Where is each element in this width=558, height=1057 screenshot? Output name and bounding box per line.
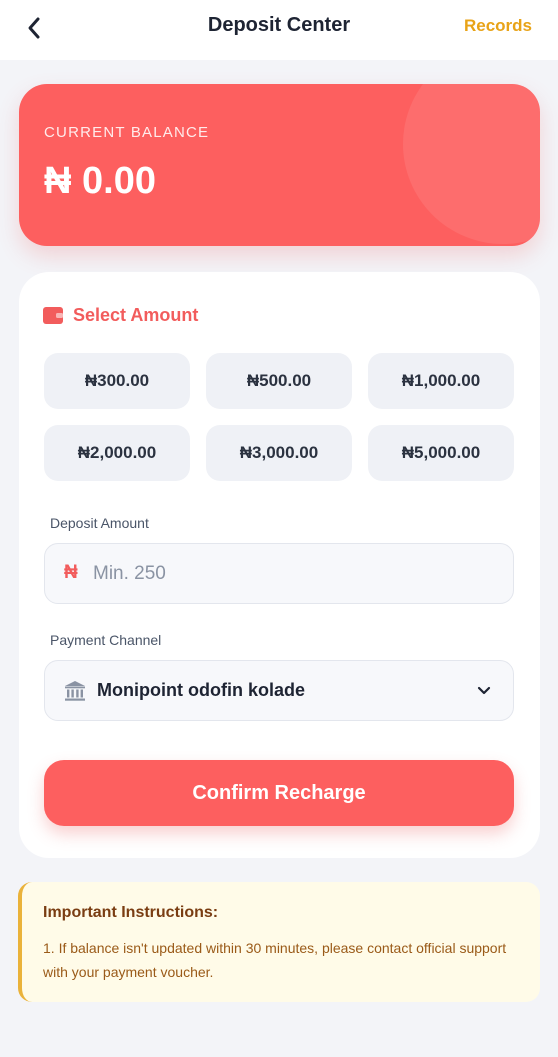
amount-option-500[interactable]: ₦500.00 <box>206 353 352 409</box>
chevron-down-icon <box>477 686 491 695</box>
records-link[interactable]: Records <box>464 16 532 36</box>
payment-channel-label: Payment Channel <box>50 632 162 648</box>
balance-card: CURRENT BALANCE ₦ 0.00 <box>19 84 540 246</box>
instructions-title: Important Instructions: <box>43 904 219 921</box>
naira-prefix-icon: ₦ <box>64 562 78 583</box>
deposit-amount-input[interactable] <box>93 544 493 603</box>
instructions-box: Important Instructions: 1. If balance is… <box>18 882 540 1002</box>
deposit-form-panel: Select Amount ₦300.00 ₦500.00 ₦1,000.00 … <box>19 272 540 858</box>
deposit-amount-field[interactable]: ₦ <box>44 543 514 604</box>
deposit-amount-label: Deposit Amount <box>50 515 149 531</box>
confirm-recharge-button[interactable]: Confirm Recharge <box>44 760 514 826</box>
top-bar: Deposit Center Records <box>0 0 558 60</box>
amount-option-2000[interactable]: ₦2,000.00 <box>44 425 190 481</box>
amount-option-5000[interactable]: ₦5,000.00 <box>368 425 514 481</box>
deposit-center-page: Deposit Center Records CURRENT BALANCE ₦… <box>0 0 558 1057</box>
bank-icon <box>65 681 85 701</box>
amount-option-1000[interactable]: ₦1,000.00 <box>368 353 514 409</box>
select-amount-title: Select Amount <box>73 305 199 325</box>
payment-channel-select[interactable]: Monipoint odofin kolade <box>44 660 514 721</box>
select-amount-header: Select Amount <box>43 305 198 326</box>
balance-value: ₦ 0.00 <box>44 160 156 202</box>
amount-option-300[interactable]: ₦300.00 <box>44 353 190 409</box>
instructions-text: 1. If balance isn't updated within 30 mi… <box>43 940 507 980</box>
decorative-circle <box>403 84 540 244</box>
wallet-icon <box>43 307 63 324</box>
payment-channel-value: Monipoint odofin kolade <box>97 680 305 700</box>
amount-option-3000[interactable]: ₦3,000.00 <box>206 425 352 481</box>
balance-label: CURRENT BALANCE <box>44 124 210 141</box>
